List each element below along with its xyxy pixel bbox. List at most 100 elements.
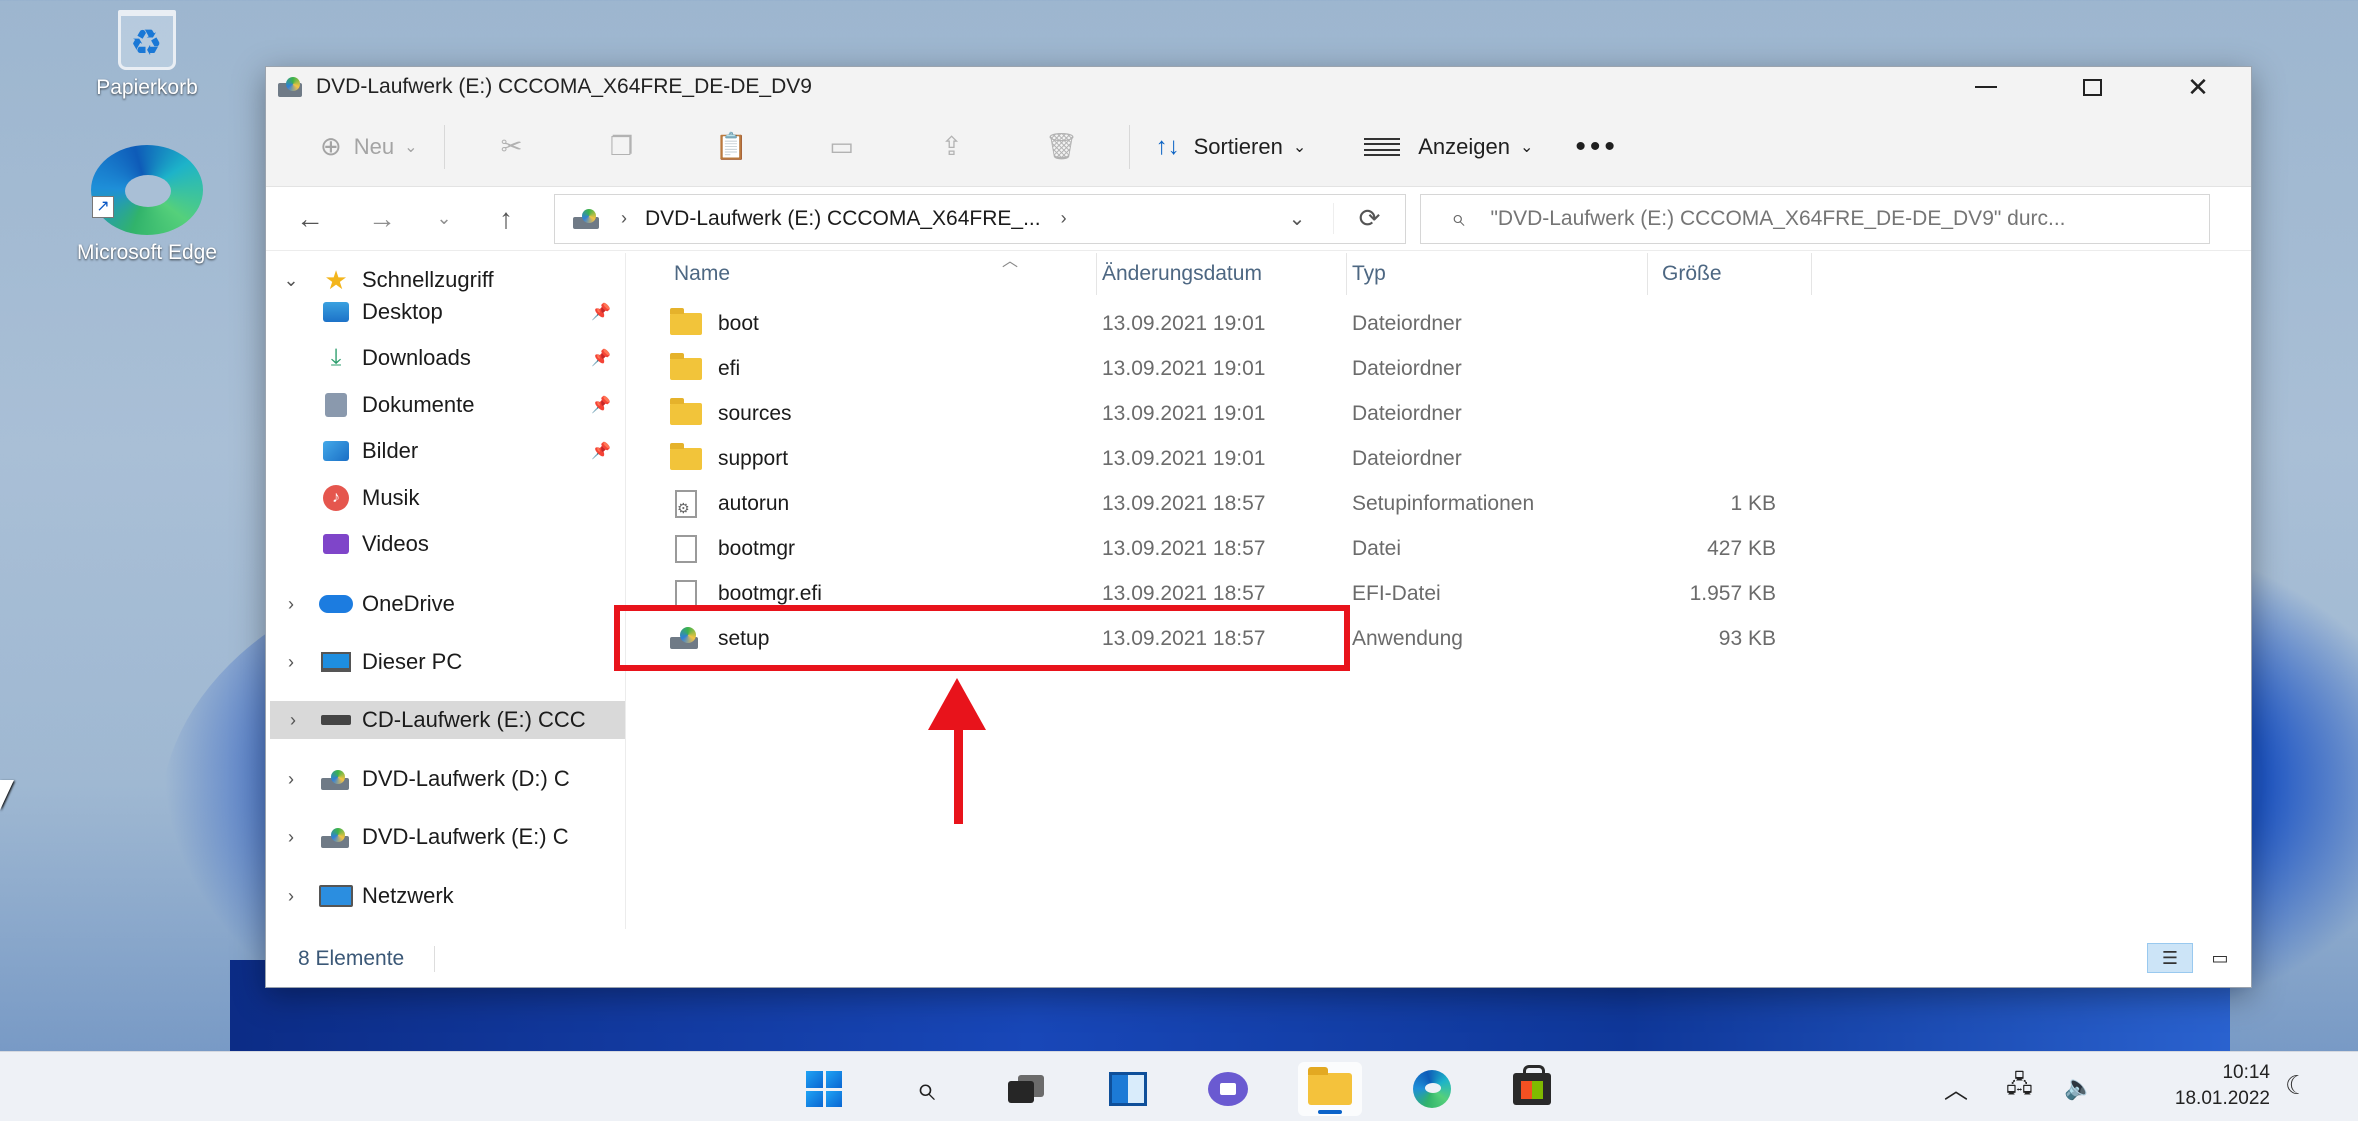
chat-icon [1208,1072,1248,1106]
clock[interactable]: 10:14 18.01.2022 [2130,1060,2270,1112]
view-button[interactable]: Anzeigen ⌄ [1350,121,1547,173]
task-view-icon [1008,1075,1044,1103]
command-bar: ⊕ Neu ⌄ ✂ ❐ 📋 ▭ ⇪ 🗑 ↑↓ Sortieren ⌄ Anzei… [266,107,2251,187]
widgets-button[interactable] [1096,1062,1160,1116]
search-box[interactable]: ⌕ "DVD-Laufwerk (E:) CCCOMA_X64FRE_DE-DE… [1420,193,2210,244]
store-taskbar-button[interactable] [1500,1062,1564,1116]
cloud-icon [316,595,356,613]
pin-icon: 📌 [591,350,611,367]
refresh-button[interactable]: ⟳ [1333,203,1405,234]
chevron-right-icon[interactable]: › [266,827,316,848]
chevron-down-icon: ⌄ [1292,138,1307,156]
recycle-bin-icon [118,10,176,70]
sidebar-item-videos[interactable]: Videos [266,525,625,563]
folder-icon [670,397,702,425]
folder-icon [670,442,702,470]
file-type: Setupinformationen [1352,491,1535,515]
forward-button[interactable]: → [346,195,418,243]
chevron-right-icon[interactable]: › [266,886,316,907]
rename-icon: ▭ [829,131,854,161]
large-icons-view-button[interactable]: ▭ [2197,943,2243,973]
column-header-name[interactable]: Name [662,253,1086,295]
network-icon: 🖧 [2006,1070,2033,1098]
chevron-right-icon[interactable]: › [270,710,316,731]
pin-icon: 📌 [591,397,611,414]
sidebar-item-label: DVD-Laufwerk (E:) C [362,824,569,849]
breadcrumb-current[interactable]: DVD-Laufwerk (E:) CCCOMA_X64FRE_... [645,207,1041,231]
sort-button[interactable]: ↑↓ Sortieren ⌄ [1142,121,1321,173]
taskbar-search-button[interactable]: ⌕ [894,1062,958,1116]
sidebar-item-onedrive[interactable]: › OneDrive [266,585,625,623]
minimize-button[interactable] [1933,67,2039,107]
file-row-bootmgr[interactable]: bootmgr 13.09.2021 18:57 Datei 427 KB [626,526,1776,571]
arrow-right-icon: → [368,202,396,234]
cut-button[interactable]: ✂ [457,121,567,173]
chevron-down-icon[interactable]: ⌄ [266,270,316,291]
edge-taskbar-button[interactable] [1400,1062,1464,1116]
focus-assist-icon[interactable]: ☾ [2285,1070,2308,1101]
sidebar-item-dvd-drive-e[interactable]: › DVD-Laufwerk (E:) C [266,818,625,856]
more-options-button[interactable]: ••• [1575,130,1619,164]
content-area: ⌄ ★ Schnellzugriff Desktop 📌 ⤓ Downloads… [266,253,2251,929]
file-row-sources[interactable]: sources 13.09.2021 19:01 Dateiordner [626,391,1726,436]
file-date: 13.09.2021 19:01 [1102,446,1266,470]
sidebar-item-dvd-drive-d[interactable]: › DVD-Laufwerk (D:) C [266,760,625,798]
scissors-icon: ✂ [500,131,523,161]
sidebar-item-desktop[interactable]: Desktop 📌 [266,293,625,331]
start-icon [806,1071,842,1107]
maximize-button[interactable] [2039,67,2145,107]
address-bar[interactable]: › DVD-Laufwerk (E:) CCCOMA_X64FRE_... › … [554,193,1406,244]
sidebar-item-pictures[interactable]: Bilder 📌 [266,432,625,470]
column-divider[interactable] [1647,253,1648,295]
chevron-right-icon[interactable]: › [266,594,316,615]
network-tray-button[interactable]: 🖧 [2006,1052,2033,1121]
share-button[interactable]: ⇪ [897,121,1007,173]
recent-locations-button[interactable]: ⌄ [418,195,470,243]
copy-button[interactable]: ❐ [567,121,677,173]
sidebar-item-cd-drive-e[interactable]: › CD-Laufwerk (E:) CCC [270,701,625,739]
back-button[interactable]: ← [274,195,346,243]
paste-button[interactable]: 📋 [677,121,787,173]
column-divider[interactable] [1811,253,1812,295]
close-button[interactable]: ✕ [2145,67,2251,107]
column-divider[interactable] [1096,253,1097,295]
file-size: 1 KB [1730,491,1776,515]
task-view-button[interactable] [994,1062,1058,1116]
file-row-support[interactable]: support 13.09.2021 19:01 Dateiordner [626,436,1726,481]
column-header-date[interactable]: Änderungsdatum [1102,253,1262,295]
sidebar-item-music[interactable]: ♪ Musik [266,479,625,517]
chat-button[interactable] [1196,1062,1260,1116]
sidebar-item-network[interactable]: › Netzwerk [266,877,625,915]
title-bar[interactable]: DVD-Laufwerk (E:) CCCOMA_X64FRE_DE-DE_DV… [266,67,2251,107]
sidebar-item-this-pc[interactable]: › Dieser PC [266,643,625,681]
download-icon: ⤓ [330,344,342,371]
chevron-right-icon[interactable]: › [266,769,316,790]
trash-icon: 🗑 [1045,131,1079,161]
file-row-autorun[interactable]: autorun 13.09.2021 18:57 Setupinformatio… [626,481,1776,526]
file-row-boot[interactable]: boot 13.09.2021 19:01 Dateiordner [626,301,1726,346]
address-dropdown-button[interactable]: ⌄ [1261,206,1333,231]
column-divider[interactable] [1346,253,1347,295]
search-icon: ⌕ [1451,204,1465,232]
up-button[interactable]: ↑ [470,195,542,243]
start-button[interactable] [792,1062,856,1116]
chevron-right-icon[interactable]: › [266,652,316,673]
rename-button[interactable]: ▭ [787,121,897,173]
sidebar-item-downloads[interactable]: ⤓ Downloads 📌 [266,339,625,377]
new-button[interactable]: ⊕ Neu ⌄ [306,121,432,173]
show-hidden-icons-button[interactable]: ︿ [1944,1052,1968,1121]
file-type: Dateiordner [1352,401,1462,425]
delete-button[interactable]: 🗑 [1007,121,1117,173]
breadcrumb-separator-icon[interactable]: › [1061,208,1067,229]
details-view-button[interactable]: ☰ [2147,943,2193,973]
annotation-arrow-shaft [954,726,963,824]
column-header-type[interactable]: Typ [1352,253,1552,295]
desktop-icon-recycle-bin[interactable]: Papierkorb [72,10,222,100]
file-row-efi[interactable]: efi 13.09.2021 19:01 Dateiordner [626,346,1726,391]
share-icon: ⇪ [940,131,963,161]
column-header-size[interactable]: Größe [1662,253,1782,295]
file-type: Dateiordner [1352,311,1462,335]
file-explorer-taskbar-button[interactable] [1298,1062,1362,1116]
volume-tray-button[interactable]: 🔈 [2064,1052,2094,1121]
sidebar-item-documents[interactable]: Dokumente 📌 [266,386,625,424]
